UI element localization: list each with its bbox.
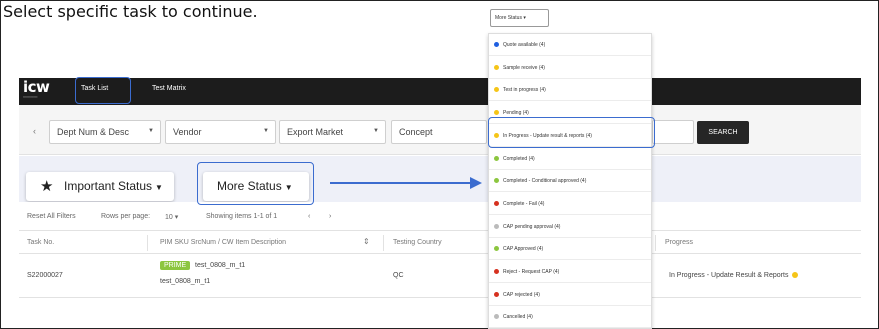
status-option-label: Reject - Request CAP (4) [503,269,560,275]
chevron-down-icon: ▼ [373,128,379,134]
sort-icon[interactable]: ⇕ [363,237,370,246]
star-icon: ★ [40,178,54,195]
arrow-line [330,182,472,184]
showing-items-text: Showing items 1-1 of 1 [206,213,278,220]
status-option[interactable]: Completed (4) [489,148,651,170]
status-option[interactable]: Reject - Request CAP (4) [489,261,651,283]
col-progress[interactable]: Progress [665,239,693,246]
highlight-more-status [197,162,314,205]
status-dot-icon [494,223,499,229]
status-dot-icon [494,291,499,297]
status-option-label: Quote available (4) [503,42,546,48]
more-status-dropdown-menu: Quote available (4) Sample receive (4) Tes… [488,33,652,329]
prime-badge: PRIME [160,261,191,270]
concept-select[interactable]: Concept [391,120,487,144]
table-row[interactable]: S22000027 PRIME test_0808_m_t1 test_0808… [19,254,861,298]
status-dot-icon [494,42,499,47]
col-item-desc[interactable]: PIM SKU SrcNum / CW Item Description [160,239,286,246]
status-dot-icon [494,178,499,184]
status-option[interactable]: Complete - Fail (4) [489,193,651,215]
status-option[interactable]: Cancelled (4) [489,306,651,329]
app-window: icw ━━━━━━━━ Task List Test Matrix ‹ Dep… [19,78,861,317]
rows-per-page-select[interactable]: 10 ▾ [165,213,178,221]
country-cell: QC [393,272,404,279]
status-option-label: Cancelled (4) [503,314,533,321]
status-dot-icon [494,64,499,70]
status-option-label: Completed - Conditional approved (4) [503,178,587,185]
status-dot-icon [494,200,499,206]
status-option-label: CAP pending approval (4) [503,223,561,230]
status-dot-icon [494,110,499,116]
status-dot-icon [494,269,499,274]
tab-test-matrix[interactable]: Test Matrix [152,85,186,92]
table-header: Task No. PIM SKU SrcNum / CW Item Descri… [19,230,861,254]
progress-cell: In Progress - Update Result & Reports [669,272,799,279]
more-status-dropdown-trigger[interactable]: More Status ▾ [490,9,549,27]
status-option-label: Completed (4) [503,155,535,162]
filter-bar: ‹ Dept Num & Desc ▼ Vendor ▼ Export Market… [19,105,861,155]
status-option[interactable]: Completed - Conditional approved (4) [489,170,651,193]
caret-down-icon: ▼ [155,183,163,192]
search-input[interactable] [652,120,694,144]
col-task-no[interactable]: Task No. [27,239,54,246]
arrow-head-icon [470,177,482,189]
vendor-select[interactable]: Vendor ▼ [165,120,276,144]
status-option[interactable]: Test in progress (4) [489,79,651,102]
sku-cell: test_0808_m_t1 [195,262,246,269]
highlight-task-list [75,77,131,104]
status-dot-icon [494,87,499,93]
status-option[interactable]: CAP Approved (4) [489,238,651,261]
progress-dot-icon [792,272,799,278]
chevron-down-icon: ▼ [263,128,269,134]
instruction-text: Select specific task to continue. [3,2,258,21]
prev-page-icon[interactable]: ‹ [308,213,310,220]
status-dot-icon [494,246,499,252]
status-option[interactable]: CAP rejected (4) [489,284,651,306]
status-option[interactable]: CAP pending approval (4) [489,216,651,238]
status-option-label: Complete - Fail (4) [503,200,545,207]
status-option-label: CAP Approved (4) [503,246,544,253]
search-button[interactable]: SEARCH [697,121,749,144]
status-filter-bar: ★ Important Status ▼ More Status ▼ [19,156,861,202]
chevron-left-icon[interactable]: ‹ [33,126,36,136]
status-dot-icon [494,155,499,161]
dept-select[interactable]: Dept Num & Desc ▼ [49,120,161,144]
status-option[interactable]: Sample receive (4) [489,57,651,79]
pager-bar: Reset All Filters Rows per page: 10 ▾ Sh… [19,202,861,230]
next-page-icon[interactable]: › [329,213,331,220]
task-no-cell[interactable]: S22000027 [27,272,63,279]
rows-per-page-label: Rows per page: [101,213,151,220]
important-status-button[interactable]: ★ Important Status ▼ [26,172,174,201]
status-option[interactable]: Quote available (4) [489,34,651,56]
status-option-label: Test in progress (4) [503,87,546,94]
icw-logo: icw ━━━━━━━━ [23,78,50,100]
top-nav-bar: icw ━━━━━━━━ Task List Test Matrix [19,78,861,105]
desc-cell: test_0808_m_t1 [160,278,211,285]
chevron-down-icon: ▼ [148,128,154,134]
highlight-in-progress-option [488,117,655,148]
status-dot-icon [494,314,499,320]
col-testing-country[interactable]: Testing Country [393,239,442,246]
status-option-label: CAP rejected (4) [503,291,540,298]
status-option-label: Pending (4) [503,110,529,117]
status-option-label: Sample receive (4) [503,64,545,71]
reset-filters-link[interactable]: Reset All Filters [27,213,76,220]
export-market-select[interactable]: Export Market ▼ [279,120,386,144]
